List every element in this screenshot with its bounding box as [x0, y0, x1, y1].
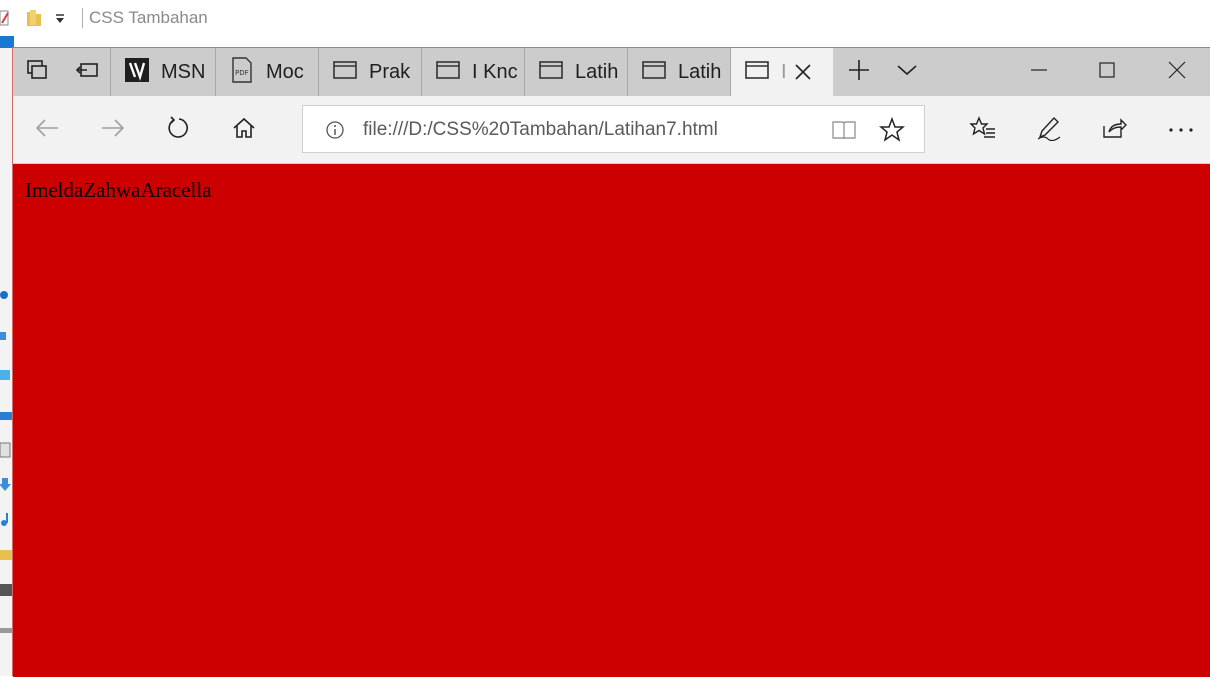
- home-button[interactable]: [229, 115, 259, 145]
- tab-label: I Knc: [472, 60, 518, 83]
- tab-msn[interactable]: MSN: [110, 48, 216, 96]
- refresh-icon: [167, 115, 191, 145]
- address-bar[interactable]: file:///D:/CSS%20Tambahan/Latihan7.html: [302, 105, 925, 153]
- pen-icon: [1036, 115, 1062, 146]
- back-button[interactable]: [32, 115, 62, 145]
- page-body-text: ImeldaZahwaAracella: [25, 178, 212, 202]
- explorer-window-title: CSS Tambahan: [82, 8, 208, 28]
- maximize-icon: [1098, 61, 1116, 84]
- tab-list-button[interactable]: [883, 48, 931, 96]
- tabs-aside-icon: [75, 59, 99, 86]
- tab-label: Moc: [266, 60, 304, 83]
- favorite-star-icon[interactable]: [878, 116, 906, 148]
- tab-label: Latih: [575, 60, 619, 83]
- quick-access-dropdown-icon[interactable]: [54, 12, 66, 30]
- new-tab-button[interactable]: [835, 48, 883, 96]
- tab-latih-1[interactable]: Latih: [525, 48, 628, 96]
- forward-button[interactable]: [98, 115, 128, 145]
- folder-icon[interactable]: [26, 8, 42, 33]
- tab-label: Prak: [369, 60, 411, 83]
- tab-moc[interactable]: PDF Moc: [216, 48, 319, 96]
- tab-active[interactable]: I: [731, 48, 833, 96]
- web-note-button[interactable]: [1034, 115, 1064, 145]
- tab-prak[interactable]: Prak: [319, 48, 422, 96]
- home-icon: [232, 116, 256, 145]
- edit-icon: [0, 8, 10, 33]
- tab-label: I: [781, 60, 787, 83]
- share-icon: [1101, 116, 1127, 145]
- close-icon: [1168, 61, 1186, 84]
- tab-i-knc[interactable]: I Knc: [422, 48, 525, 96]
- page-icon: [539, 60, 563, 85]
- tab-label: MSN: [161, 60, 206, 83]
- navigation-toolbar: file:///D:/CSS%20Tambahan/Latihan7.html: [13, 96, 1210, 164]
- close-window-button[interactable]: [1151, 48, 1203, 96]
- svg-text:PDF: PDF: [235, 69, 249, 77]
- tab-bar: MSN PDF Moc Prak I Knc Latih Latih I: [13, 48, 1210, 96]
- page-icon: [642, 60, 666, 85]
- favorites-list-icon: [969, 115, 997, 146]
- minimize-button[interactable]: [1013, 48, 1065, 96]
- tab-preview-button[interactable]: [13, 48, 61, 96]
- chevron-down-icon: [896, 63, 918, 82]
- more-button[interactable]: [1166, 115, 1196, 145]
- tab-label: Latih: [678, 60, 722, 83]
- explorer-titlebar: CSS Tambahan: [0, 0, 1210, 36]
- msn-icon: [125, 57, 149, 87]
- arrow-left-icon: [34, 117, 60, 144]
- page-icon: [436, 60, 460, 85]
- page-content: ImeldaZahwaAracella: [13, 164, 1210, 677]
- more-icon: [1168, 121, 1194, 139]
- arrow-right-icon: [100, 117, 126, 144]
- close-tab-icon[interactable]: [793, 62, 813, 87]
- favorites-hub-button[interactable]: [968, 115, 998, 145]
- share-button[interactable]: [1099, 115, 1129, 145]
- tab-preview-icon: [26, 59, 48, 86]
- info-icon[interactable]: [325, 120, 345, 145]
- pdf-icon: PDF: [230, 56, 254, 88]
- page-icon: [745, 60, 769, 85]
- plus-icon: [847, 58, 871, 87]
- browser-window: MSN PDF Moc Prak I Knc Latih Latih I fil…: [12, 47, 1210, 677]
- set-tabs-aside-button[interactable]: [63, 48, 111, 96]
- reading-view-icon[interactable]: [831, 118, 857, 145]
- url-text[interactable]: file:///D:/CSS%20Tambahan/Latihan7.html: [363, 119, 718, 141]
- minimize-icon: [1030, 61, 1048, 84]
- maximize-button[interactable]: [1081, 48, 1133, 96]
- refresh-button[interactable]: [164, 115, 194, 145]
- tab-latih-2[interactable]: Latih: [628, 48, 731, 96]
- page-icon: [333, 60, 357, 85]
